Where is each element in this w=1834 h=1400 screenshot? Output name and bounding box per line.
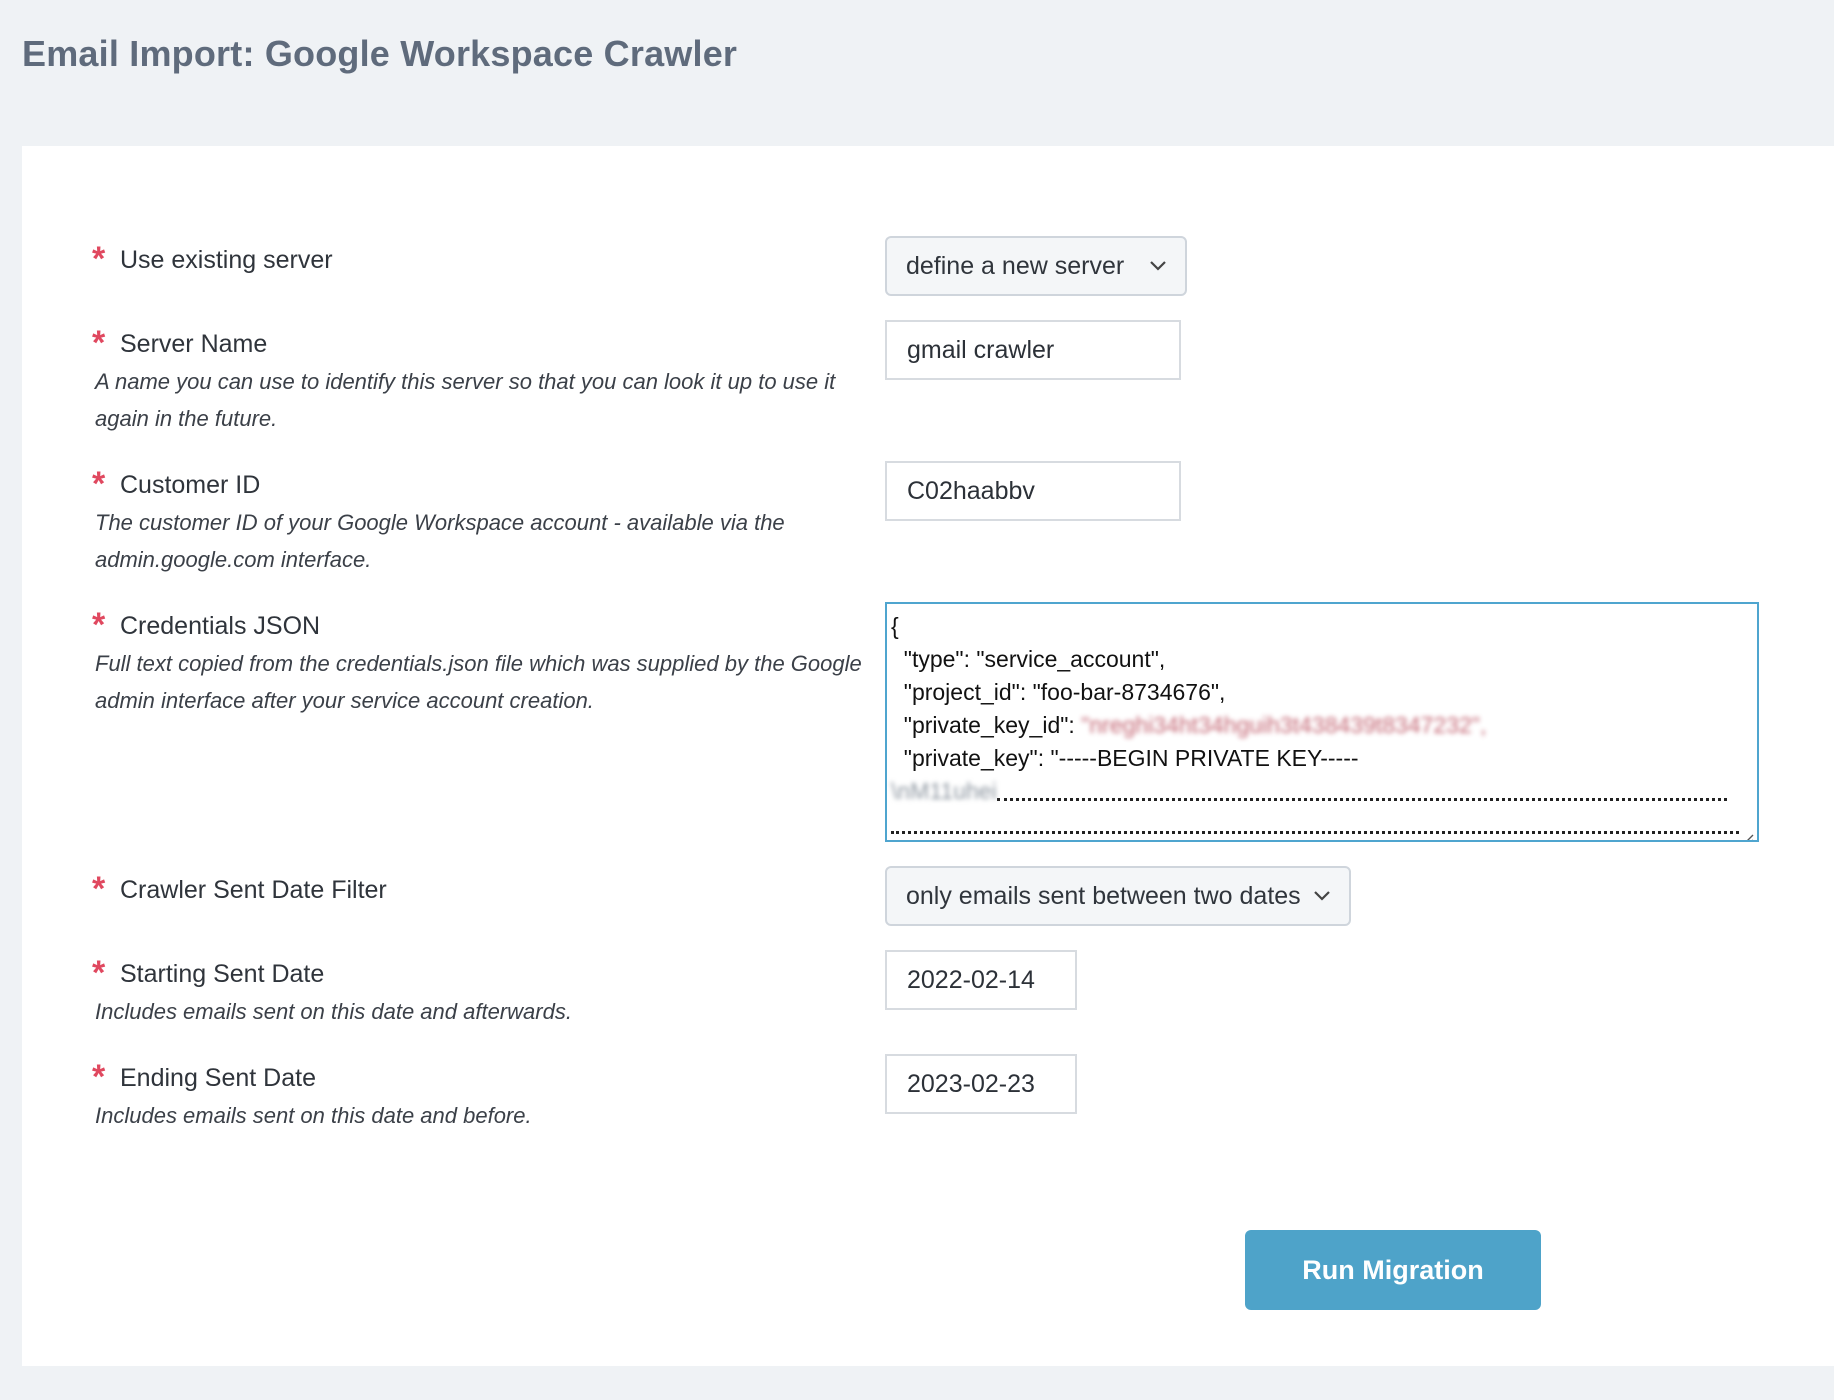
json-line: { [891, 613, 899, 639]
ending-sent-date-input[interactable]: 2023-02-23 [885, 1054, 1077, 1114]
json-line: "private_key_id": "nreghi34ht34hguih3t43… [891, 709, 1753, 742]
json-line: "project_id": "foo-bar-8734676", [891, 679, 1226, 705]
redacted-dots [891, 817, 1739, 835]
private-key-value: \nM11uhei [891, 778, 997, 804]
sent-date-filter-selected: only emails sent between two dates [906, 881, 1301, 910]
use-existing-server-label: Use existing server [120, 246, 333, 274]
form-panel: * Use existing server define a new serve… [22, 146, 1834, 1366]
private-key-id-key: "private_key_id": [891, 712, 1082, 738]
credentials-json-textarea[interactable]: { "type": "service_account", "project_id… [885, 602, 1759, 842]
page-title: Email Import: Google Workspace Crawler [22, 33, 738, 74]
json-line: \nM11uhei [891, 775, 1753, 808]
json-line [891, 808, 1753, 840]
customer-id-label: Customer ID [120, 471, 261, 499]
ending-sent-date-label: Ending Sent Date [120, 1064, 316, 1092]
customer-id-input[interactable]: C02haabbv [885, 461, 1181, 521]
required-asterisk-icon: * [92, 606, 106, 644]
required-asterisk-icon: * [92, 870, 106, 908]
use-existing-server-selected: define a new server [906, 251, 1125, 280]
required-asterisk-icon: * [92, 465, 106, 503]
use-existing-server-select[interactable]: define a new server [885, 236, 1187, 296]
required-asterisk-icon: * [92, 954, 106, 992]
private-key-id-value: "nreghi34ht34hguih3t438439t8347232", [1081, 712, 1487, 738]
credentials-json-help: Full text copied from the credentials.js… [95, 651, 862, 713]
json-line: "private_key": "-----BEGIN PRIVATE KEY--… [891, 745, 1359, 771]
ending-sent-date-help: Includes emails sent on this date and be… [95, 1103, 532, 1128]
required-asterisk-icon: * [92, 1058, 106, 1096]
chevron-down-icon [1311, 885, 1333, 907]
starting-sent-date-input[interactable]: 2022-02-14 [885, 950, 1077, 1010]
sent-date-filter-select[interactable]: only emails sent between two dates [885, 866, 1351, 926]
starting-sent-date-label: Starting Sent Date [120, 960, 325, 988]
run-migration-button[interactable]: Run Migration [1245, 1230, 1541, 1310]
resize-grip-icon[interactable] [1740, 823, 1754, 840]
required-asterisk-icon: * [92, 240, 106, 278]
customer-id-help: The customer ID of your Google Workspace… [95, 510, 785, 572]
starting-sent-date-help: Includes emails sent on this date and af… [95, 999, 572, 1024]
chevron-down-icon [1147, 255, 1169, 277]
server-name-label: Server Name [120, 330, 268, 358]
server-name-help: A name you can use to identify this serv… [95, 369, 836, 431]
redacted-dots [996, 784, 1727, 802]
server-name-input[interactable]: gmail crawler [885, 320, 1181, 380]
sent-date-filter-label: Crawler Sent Date Filter [120, 876, 387, 904]
credentials-json-label: Credentials JSON [120, 612, 321, 640]
required-asterisk-icon: * [92, 324, 106, 362]
json-line: "type": "service_account", [891, 646, 1166, 672]
